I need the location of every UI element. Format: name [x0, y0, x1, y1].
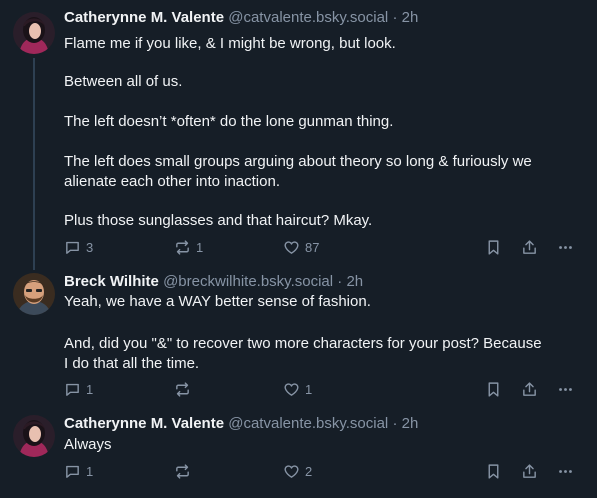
heart-icon — [284, 382, 299, 396]
heart-icon — [284, 464, 299, 478]
author-handle[interactable]: @breckwilhite.bsky.social — [163, 273, 333, 290]
bookmark-button[interactable] — [485, 237, 502, 257]
post-text-line: Flame me if you like, & I might be wrong… — [64, 35, 396, 52]
more-options-button[interactable] — [557, 237, 574, 257]
post-2[interactable]: Breck Wilhite @breckwilhite.bsky.social … — [0, 262, 597, 402]
like-count: 87 — [305, 239, 320, 255]
separator-dot: · — [337, 273, 343, 290]
post-timestamp[interactable]: 2h — [402, 415, 419, 432]
reply-count: 1 — [86, 381, 94, 397]
repost-button[interactable] — [174, 379, 196, 399]
post-3[interactable]: Catherynne M. Valente @catvalente.bsky.s… — [0, 402, 597, 498]
bookmark-icon — [488, 381, 499, 397]
heart-icon — [284, 240, 299, 254]
post-text-line: Always — [64, 436, 112, 453]
post-header: Breck Wilhite @breckwilhite.bsky.social … — [64, 273, 363, 291]
reply-bubble-icon — [66, 465, 79, 478]
reply-button[interactable]: 1 — [64, 461, 93, 481]
separator-dot: · — [392, 415, 398, 432]
separator-dot: · — [392, 9, 398, 26]
reply-button[interactable]: 3 — [64, 237, 93, 257]
repost-arrows-icon — [176, 381, 189, 397]
post-text-line: Between all of us. — [64, 73, 183, 90]
post-timestamp[interactable]: 2h — [402, 9, 419, 26]
post-text-line: The left doesn’t *often* do the lone gun… — [64, 113, 394, 130]
share-icon — [523, 239, 536, 254]
post-timestamp[interactable]: 2h — [346, 273, 363, 290]
share-button[interactable] — [521, 237, 538, 257]
post-text-line: I do that all the time. — [64, 355, 200, 372]
like-button[interactable]: 1 — [283, 379, 312, 399]
post-header: Catherynne M. Valente @catvalente.bsky.s… — [64, 415, 418, 433]
post-header: Catherynne M. Valente @catvalente.bsky.s… — [64, 9, 418, 27]
more-options-icon — [559, 387, 572, 391]
repost-arrows-icon — [176, 239, 189, 255]
author-handle[interactable]: @catvalente.bsky.social — [228, 415, 388, 432]
like-button[interactable]: 2 — [283, 461, 312, 481]
bookmark-button[interactable] — [485, 461, 502, 481]
like-count: 2 — [305, 463, 313, 479]
post-text-line: And, did you "&" to recover two more cha… — [64, 335, 542, 352]
share-button[interactable] — [521, 379, 538, 399]
bookmark-icon — [488, 239, 499, 255]
reply-count: 1 — [86, 463, 94, 479]
share-icon — [523, 381, 536, 396]
bookmark-icon — [488, 463, 499, 479]
post-text-line: alienate each other into inaction. — [64, 173, 280, 190]
repost-arrows-icon — [176, 463, 189, 479]
more-options-button[interactable] — [557, 461, 574, 481]
share-icon — [523, 463, 536, 478]
bookmark-button[interactable] — [485, 379, 502, 399]
reply-bubble-icon — [66, 241, 79, 254]
author-name[interactable]: Catherynne M. Valente — [64, 9, 224, 26]
post-text-line: Yeah, we have a WAY better sense of fash… — [64, 293, 371, 310]
author-name[interactable]: Catherynne M. Valente — [64, 415, 224, 432]
author-avatar[interactable] — [13, 12, 55, 54]
more-options-icon — [559, 245, 572, 249]
more-options-button[interactable] — [557, 379, 574, 399]
like-count: 1 — [305, 381, 313, 397]
author-name[interactable]: Breck Wilhite — [64, 273, 159, 290]
author-handle[interactable]: @catvalente.bsky.social — [228, 9, 388, 26]
author-avatar[interactable] — [13, 415, 55, 457]
repost-button[interactable] — [174, 461, 196, 481]
post-1[interactable]: Catherynne M. Valente @catvalente.bsky.s… — [0, 0, 597, 270]
more-options-icon — [559, 469, 572, 473]
repost-button[interactable]: 1 — [174, 237, 203, 257]
author-avatar[interactable] — [13, 273, 55, 315]
like-button[interactable]: 87 — [283, 237, 319, 257]
share-button[interactable] — [521, 461, 538, 481]
thread-line — [33, 58, 35, 270]
repost-count: 1 — [196, 239, 204, 255]
reply-button[interactable]: 1 — [64, 379, 93, 399]
reply-bubble-icon — [66, 383, 79, 396]
post-text-line: The left does small groups arguing about… — [64, 153, 532, 170]
reply-count: 3 — [86, 239, 94, 255]
post-text-line: Plus those sunglasses and that haircut? … — [64, 212, 373, 229]
